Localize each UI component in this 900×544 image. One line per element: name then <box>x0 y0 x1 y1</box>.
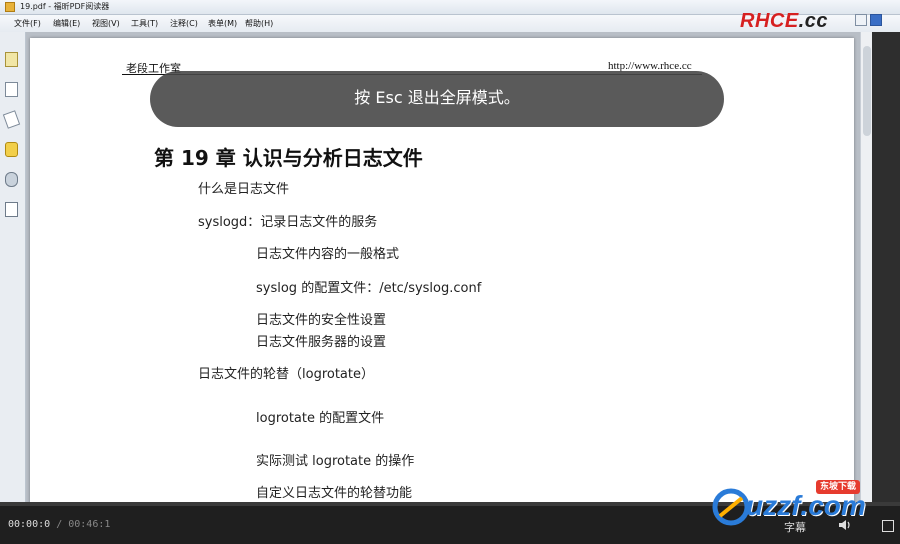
comments-icon[interactable] <box>5 142 18 157</box>
watermark-logo-icon <box>712 488 750 526</box>
toc-line: 日志文件服务器的设置 <box>256 335 387 350</box>
toc-line: 日志文件内容的一般格式 <box>256 247 400 262</box>
left-side-toolbar <box>0 32 26 502</box>
toc-line: logrotate 的配置文件 <box>256 411 385 426</box>
watermark-text: uzzf.com <box>746 490 866 521</box>
current-time: 00:00:0 <box>8 519 51 530</box>
menu-view[interactable]: 视图(V) <box>92 17 120 30</box>
signature-icon[interactable] <box>5 202 18 217</box>
toc-line: syslogd：记录日志文件的服务 <box>198 215 378 230</box>
pdf-app-icon <box>5 2 15 12</box>
toc-line: 日志文件的安全性设置 <box>256 313 387 328</box>
site-watermark: uzzf.com 东坡下载 <box>712 480 892 532</box>
close-window-button[interactable] <box>870 14 882 26</box>
rhce-brand-logo: RHCE.cc <box>740 10 828 32</box>
menu-comments[interactable]: 注释(C) <box>170 17 198 30</box>
duration: 00:46:1 <box>68 519 111 530</box>
layers-icon[interactable] <box>2 110 21 129</box>
menu-forms[interactable]: 表单(M) <box>208 17 237 30</box>
restore-window-button[interactable] <box>855 14 867 26</box>
toc-line: syslog 的配置文件：/etc/syslog.conf <box>256 281 482 296</box>
fullscreen-exit-hint: 按 Esc 退出全屏模式。 <box>150 71 724 127</box>
menu-help[interactable]: 帮助(H) <box>245 17 273 30</box>
brand-main: RHCE <box>740 10 799 32</box>
right-edge-area <box>872 32 900 502</box>
menu-tools[interactable]: 工具(T) <box>131 17 158 30</box>
attachments-icon[interactable] <box>5 172 18 187</box>
toc-line: 什么是日志文件 <box>198 182 290 197</box>
toc-line: 实际测试 logrotate 的操作 <box>256 454 415 469</box>
time-display: 00:00:0 / 00:46:1 <box>8 518 110 532</box>
window-title: 19.pdf - 福昕PDF阅读器 <box>20 2 110 11</box>
menu-edit[interactable]: 编辑(E) <box>53 17 80 30</box>
toc-line: 日志文件的轮替（logrotate） <box>198 367 374 382</box>
toc-line: 自定义日志文件的轮替功能 <box>256 486 413 501</box>
fullscreen-exit-message: 按 Esc 退出全屏模式。 <box>354 88 520 107</box>
brand-suffix: .cc <box>798 10 828 32</box>
watermark-badge: 东坡下载 <box>816 480 861 494</box>
pages-icon[interactable] <box>5 82 18 97</box>
time-separator: / <box>56 519 63 530</box>
bookmarks-icon[interactable] <box>5 52 18 67</box>
menu-file[interactable]: 文件(F) <box>14 17 41 30</box>
scrollbar-thumb[interactable] <box>863 46 871 136</box>
chapter-title: 第 19 章 认识与分析日志文件 <box>154 146 423 170</box>
